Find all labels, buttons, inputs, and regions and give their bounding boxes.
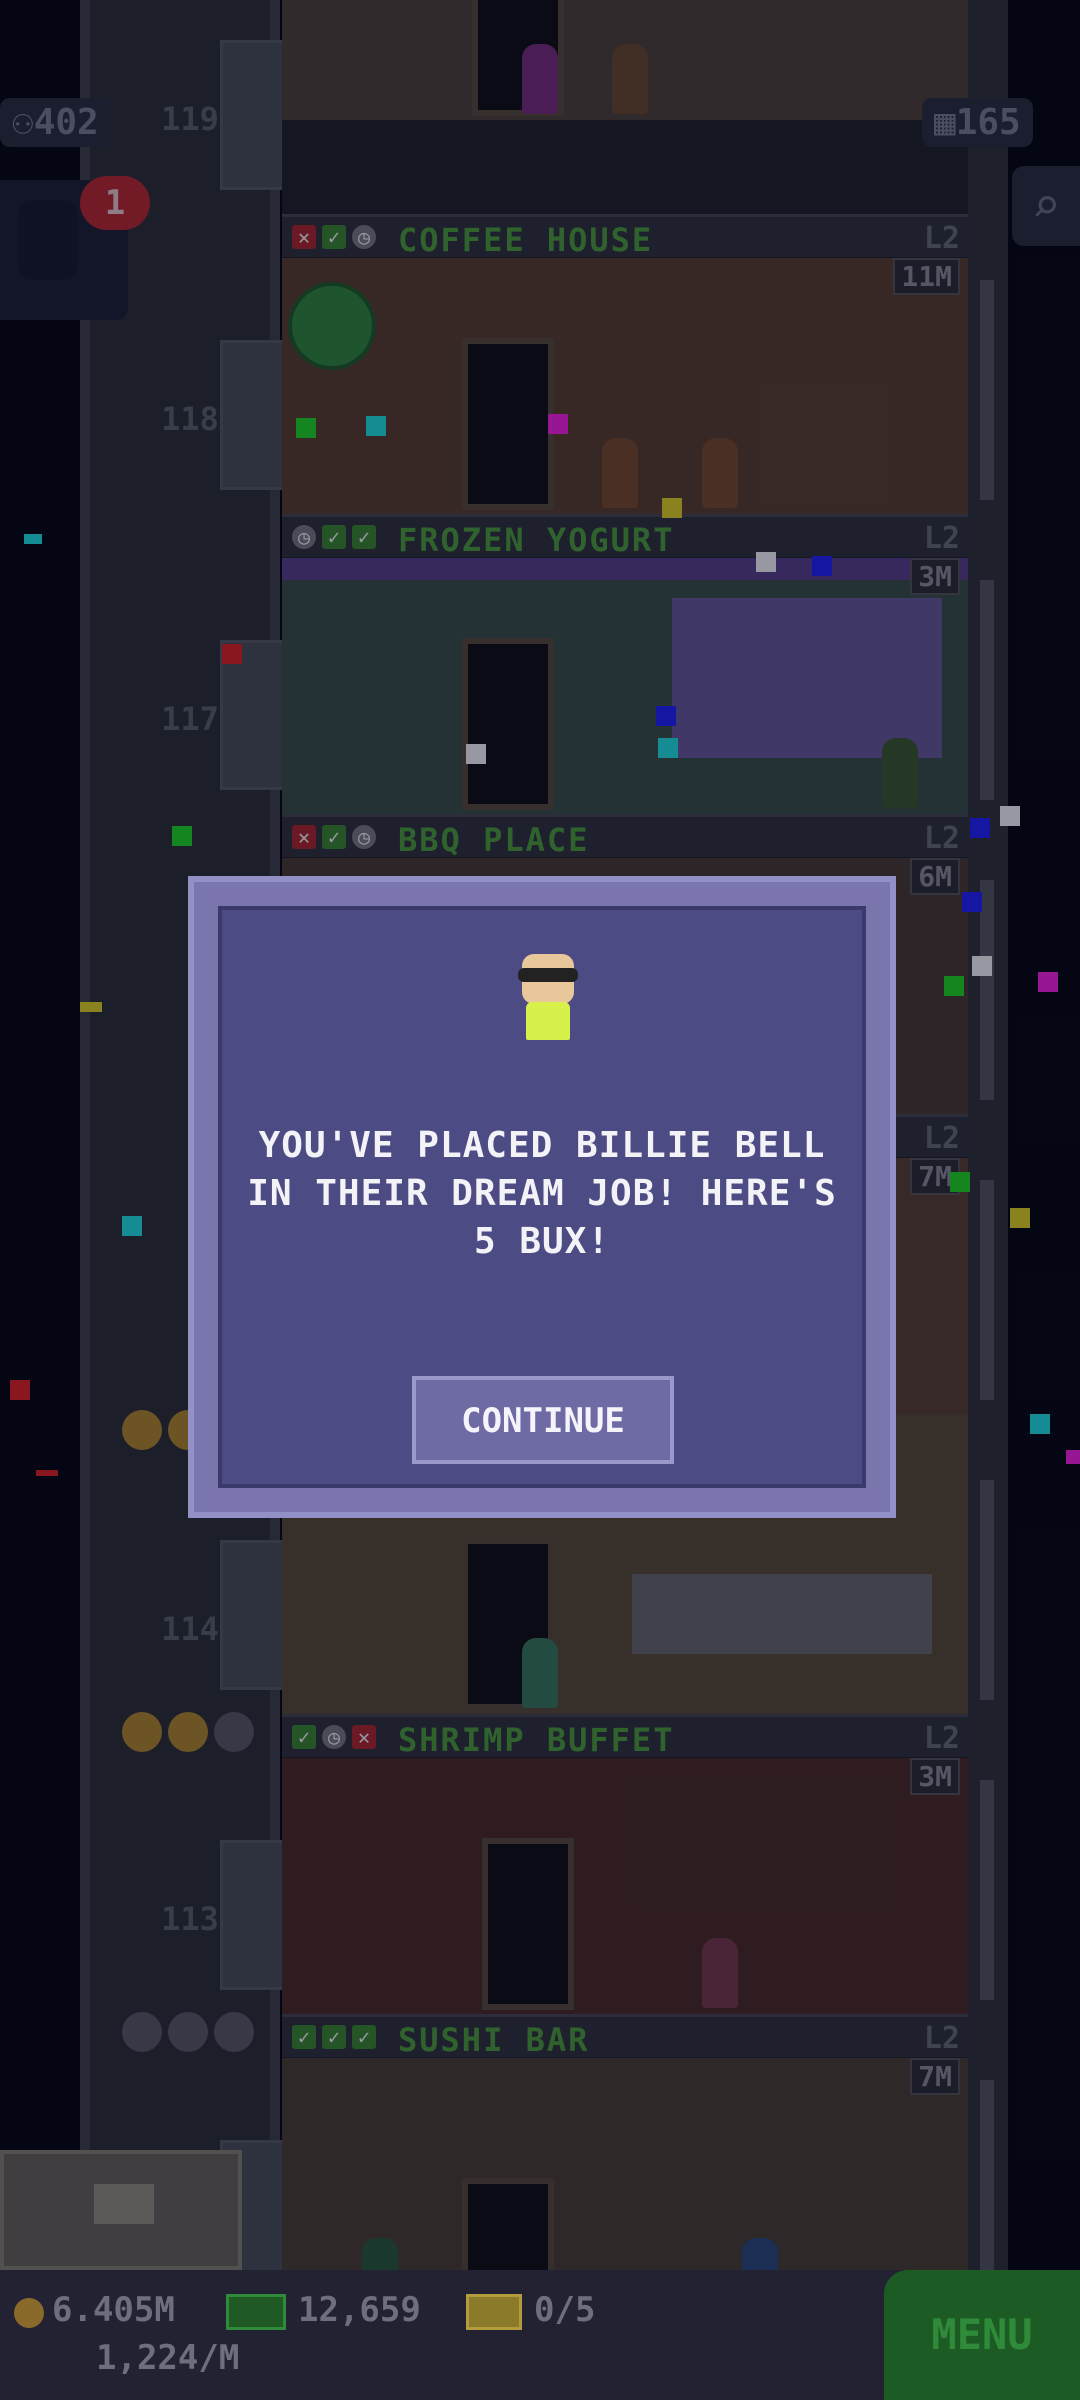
coins-value: 6.405M: [52, 2290, 175, 2330]
dialog-message: YOU'VE PLACED BILLIE BELL IN THEIR DREAM…: [247, 1125, 837, 1262]
bux-value[interactable]: 12,659: [298, 2290, 421, 2330]
bux-icon: [226, 2294, 286, 2330]
ticket-icon: [466, 2294, 522, 2330]
coin-icon: [14, 2298, 44, 2328]
tickets-value[interactable]: 0/5: [534, 2290, 595, 2330]
continue-button[interactable]: CONTINUE: [412, 1376, 674, 1464]
income-rate: 1,224/M: [96, 2338, 240, 2378]
reward-dialog: YOU'VE PLACED BILLIE BELL IN THEIR DREAM…: [188, 876, 896, 1518]
menu-button[interactable]: MENU: [884, 2270, 1080, 2400]
worker-avatar-icon: [514, 954, 582, 1040]
